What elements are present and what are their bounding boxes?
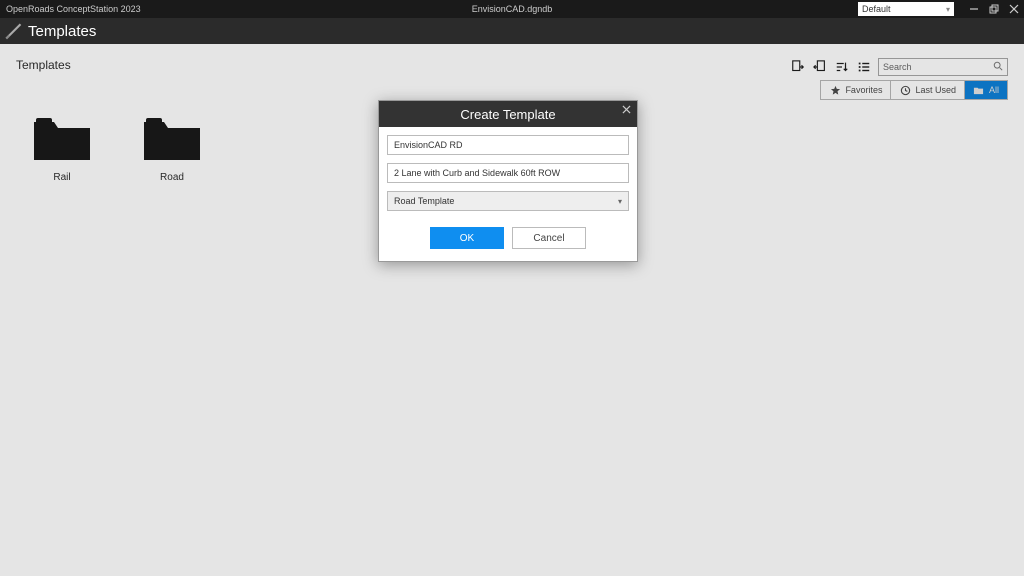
minimize-button[interactable] bbox=[964, 0, 984, 18]
ok-button[interactable]: OK bbox=[430, 227, 504, 249]
main-panel: Templates bbox=[0, 44, 1024, 576]
template-name-input[interactable] bbox=[387, 135, 629, 155]
window-titlebar: OpenRoads ConceptStation 2023 EnvisionCA… bbox=[0, 0, 1024, 18]
dialog-title: Create Template bbox=[460, 107, 555, 122]
template-type-select[interactable]: Road Template ▾ bbox=[387, 191, 629, 211]
chevron-down-icon: ▾ bbox=[946, 5, 950, 14]
chevron-down-icon: ▾ bbox=[618, 197, 622, 206]
close-button[interactable] bbox=[1004, 0, 1024, 18]
titlebar-right: Default ▾ bbox=[858, 0, 1024, 18]
cancel-button[interactable]: Cancel bbox=[512, 227, 586, 249]
workspace-dropdown[interactable]: Default ▾ bbox=[858, 2, 954, 16]
cancel-button-label: Cancel bbox=[533, 233, 564, 244]
app-name: OpenRoads ConceptStation 2023 bbox=[0, 4, 141, 14]
templates-icon bbox=[4, 22, 22, 40]
dialog-body: Road Template ▾ bbox=[379, 127, 637, 219]
dialog-close-button[interactable] bbox=[622, 105, 631, 117]
create-template-dialog: Create Template Road Template ▾ OK Cance… bbox=[378, 100, 638, 262]
ok-button-label: OK bbox=[460, 233, 474, 244]
restore-button[interactable] bbox=[984, 0, 1004, 18]
section-title: Templates bbox=[28, 23, 96, 40]
workspace-value: Default bbox=[862, 4, 891, 14]
document-name: EnvisionCAD.dgndb bbox=[472, 4, 553, 14]
dialog-header: Create Template bbox=[379, 101, 637, 127]
section-header: Templates bbox=[0, 18, 1024, 44]
dialog-footer: OK Cancel bbox=[379, 219, 637, 261]
template-type-value: Road Template bbox=[394, 196, 454, 206]
template-description-input[interactable] bbox=[387, 163, 629, 183]
